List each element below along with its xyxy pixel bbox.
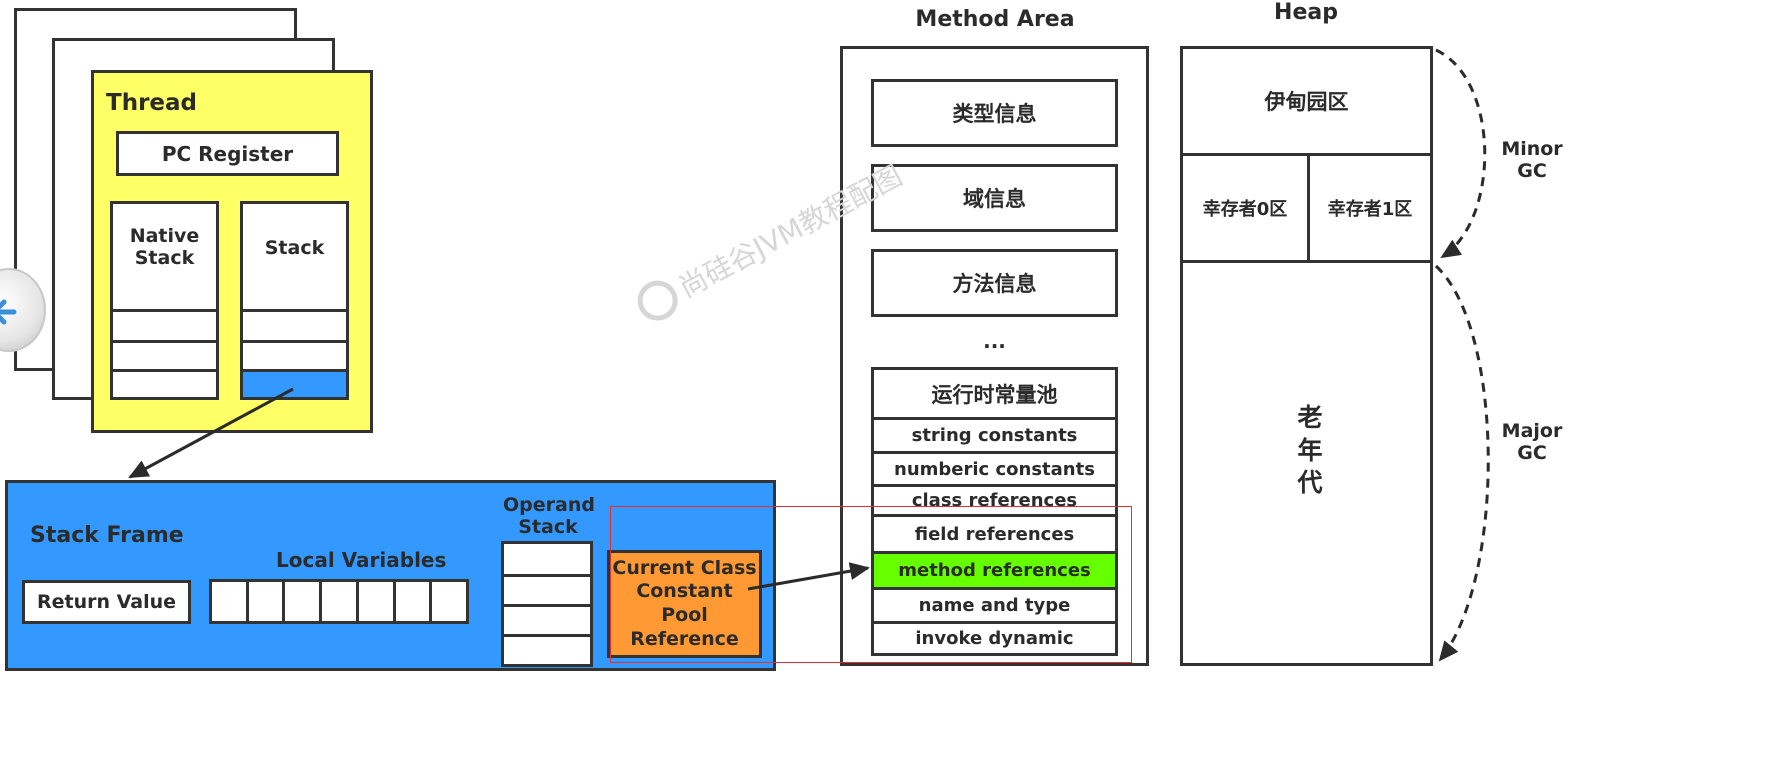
stack-to-frame-arrow [128, 387, 294, 479]
major-gc-arrow [1434, 264, 1490, 662]
pool-ref-to-method-ref-arrow [747, 562, 870, 591]
minor-gc-arrow [1435, 48, 1487, 259]
connector-arrows [128, 48, 1490, 662]
